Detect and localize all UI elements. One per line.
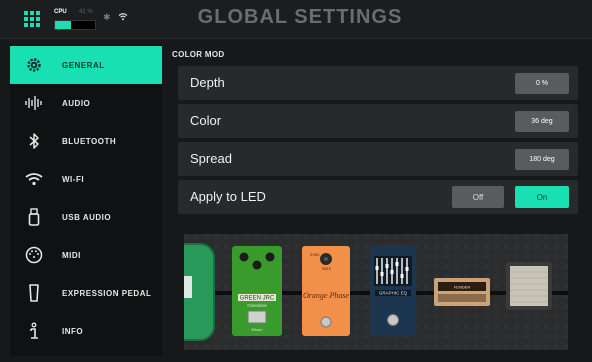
sidebar-item-label: INFO (62, 326, 84, 336)
apply-led-row: Apply to LED Off On (178, 180, 578, 214)
orange-phase-pedal: SYNC RATE Orange Phase (302, 246, 350, 336)
color-value-button[interactable]: 36 deg (515, 111, 569, 132)
top-bar: CPU 41 % ✱ GLOBAL SETTINGS (0, 0, 592, 39)
sidebar-item-label: BLUETOOTH (62, 136, 117, 146)
color-label: Color (190, 113, 222, 128)
usb-icon (24, 207, 44, 227)
orange-pedal-script: Orange Phase (303, 291, 349, 300)
apply-led-label: Apply to LED (190, 189, 266, 204)
sidebar-item-label: WI-FI (62, 174, 85, 184)
page-title: GLOBAL SETTINGS (197, 6, 403, 28)
spread-label: Spread (190, 151, 232, 166)
speaker-cabinet (506, 262, 552, 310)
depth-value-button[interactable]: 0 % (515, 73, 569, 94)
sidebar-item-general[interactable]: GENERAL (10, 46, 162, 84)
pedalboard-illustration: GREEN JRC Overdrive Elixon SYNC RATE Ora… (184, 234, 568, 350)
apply-led-off-button[interactable]: Off (452, 186, 504, 208)
sidebar-item-expression-pedal[interactable]: EXPRESSION PEDAL (10, 274, 162, 312)
orange-pedal-knob-left: SYNC (310, 253, 320, 257)
wifi-icon (24, 169, 44, 189)
eq-pedal-name: GRAPHIC EQ (379, 291, 408, 296)
amp-head: FENDER (434, 278, 490, 306)
green-pedal-footer: Elixon (252, 327, 263, 332)
depth-row: Depth 0 % (178, 66, 578, 100)
wifi-status-icon (118, 13, 128, 21)
sidebar-item-bluetooth[interactable]: BLUETOOTH (10, 122, 162, 160)
sidebar-item-label: USB AUDIO (62, 212, 112, 222)
sidebar-item-label: EXPRESSION PEDAL (62, 288, 152, 298)
info-icon (24, 321, 44, 341)
sidebar-item-label: MIDI (62, 250, 81, 260)
midi-icon (24, 245, 44, 265)
bluetooth-status-icon: ✱ (103, 12, 111, 22)
partial-green-pedal (184, 243, 215, 341)
bluetooth-icon (24, 131, 44, 151)
green-pedal-brand: GREEN JRC (240, 296, 275, 302)
apply-led-on-button[interactable]: On (515, 186, 569, 208)
green-overdrive-pedal: GREEN JRC Overdrive Elixon (232, 246, 282, 336)
depth-label: Depth (190, 75, 225, 90)
sidebar-item-audio[interactable]: AUDIO (10, 84, 162, 122)
cpu-usage-fill (55, 21, 72, 29)
waveform-icon (24, 93, 44, 113)
sidebar-item-usb-audio[interactable]: USB AUDIO (10, 198, 162, 236)
settings-sidebar: GENERAL AUDIO BLUETOOTH WI-FI USB AUDIO … (10, 44, 162, 356)
graphic-eq-pedal: GRAPHIC EQ (370, 246, 416, 336)
amp-head-label: FENDER (454, 285, 471, 290)
spread-value-button[interactable]: 180 deg (515, 149, 569, 170)
expression-pedal-icon (24, 283, 44, 303)
gear-icon (24, 55, 44, 75)
app-grid-icon[interactable] (24, 11, 40, 27)
sidebar-item-label: AUDIO (62, 98, 91, 108)
sidebar-item-label: GENERAL (62, 60, 105, 70)
sidebar-item-wifi[interactable]: WI-FI (10, 160, 162, 198)
global-settings-screen: CPU 41 % ✱ GLOBAL SETTINGS GENERAL AUDIO… (0, 0, 592, 362)
cpu-label: CPU (54, 9, 67, 15)
orange-pedal-knob-right: RATE (322, 267, 332, 271)
sidebar-item-info[interactable]: INFO (10, 312, 162, 350)
green-pedal-subtitle: Overdrive (247, 303, 267, 308)
spread-row: Spread 180 deg (178, 142, 578, 176)
cpu-usage-bar (54, 20, 96, 30)
section-title: COLOR MOD (172, 50, 225, 59)
pedalboard-preview: GREEN JRC Overdrive Elixon SYNC RATE Ora… (184, 234, 568, 350)
sidebar-item-midi[interactable]: MIDI (10, 236, 162, 274)
color-row: Color 36 deg (178, 104, 578, 138)
cpu-percent-label: 41 % (79, 9, 93, 15)
